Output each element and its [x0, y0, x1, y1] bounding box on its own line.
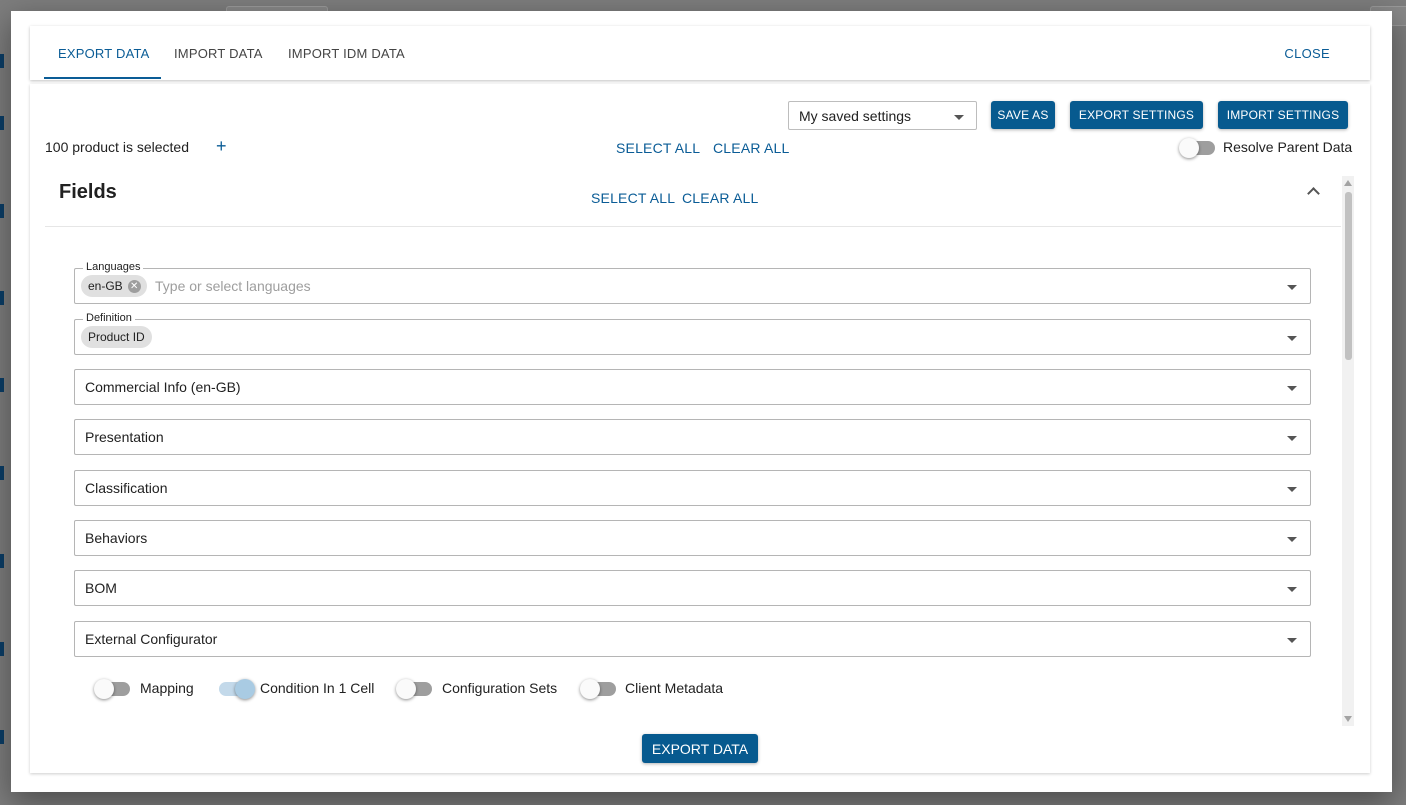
- scroll-up-icon[interactable]: [1344, 180, 1352, 186]
- chevron-down-icon[interactable]: [1287, 285, 1297, 290]
- client-metadata-toggle[interactable]: [580, 679, 616, 699]
- add-icon[interactable]: +: [216, 136, 227, 157]
- scrollbar-thumb[interactable]: [1345, 192, 1352, 360]
- scroll-down-icon[interactable]: [1344, 716, 1352, 722]
- toggle-thumb: [1179, 138, 1199, 158]
- select-all-fields-link[interactable]: SELECT ALL: [591, 190, 675, 206]
- chevron-down-icon[interactable]: [1287, 336, 1297, 341]
- section-label: Classification: [85, 480, 168, 496]
- tab-export-data[interactable]: EXPORT DATA: [58, 26, 150, 80]
- client-metadata-label: Client Metadata: [625, 680, 724, 696]
- language-chip: en-GB ✕: [81, 275, 147, 297]
- background-row-marker: [0, 291, 4, 305]
- export-content: My saved settings SAVE AS EXPORT SETTING…: [30, 84, 1370, 773]
- toggle-thumb: [580, 679, 600, 699]
- chevron-down-icon[interactable]: [1287, 587, 1297, 592]
- definition-field[interactable]: Definition Product ID: [74, 312, 1311, 355]
- configuration-sets-toggle[interactable]: [396, 679, 432, 699]
- fields-panel: Fields SELECT ALL CLEAR ALL Languages en…: [45, 169, 1341, 729]
- fields-title: Fields: [59, 181, 117, 203]
- resolve-parent-toggle[interactable]: [1179, 138, 1215, 158]
- saved-settings-select[interactable]: My saved settings: [788, 101, 977, 130]
- close-button[interactable]: CLOSE: [1284, 26, 1330, 80]
- section-label: Behaviors: [85, 530, 148, 546]
- background-row-marker: [0, 54, 4, 68]
- section-label: External Configurator: [85, 631, 218, 647]
- commercial-info-field[interactable]: Commercial Info (en-GB): [74, 369, 1311, 405]
- background-row-marker: [0, 554, 4, 568]
- selected-count: 100 product is selected: [45, 139, 189, 155]
- presentation-field[interactable]: Presentation: [74, 419, 1311, 455]
- fields-header[interactable]: Fields SELECT ALL CLEAR ALL: [45, 169, 1341, 227]
- resolve-parent-label: Resolve Parent Data: [1223, 139, 1353, 155]
- condition-label: Condition In 1 Cell: [260, 680, 375, 696]
- chevron-down-icon[interactable]: [1287, 386, 1297, 391]
- background-row-marker: [0, 730, 4, 744]
- external-configurator-field[interactable]: External Configurator: [74, 621, 1311, 657]
- clear-all-fields-link[interactable]: CLEAR ALL: [682, 190, 759, 206]
- section-label: Commercial Info (en-GB): [85, 379, 241, 395]
- chevron-down-icon[interactable]: [1287, 436, 1297, 441]
- languages-legend: Languages: [83, 261, 144, 273]
- background-row-marker: [0, 378, 4, 392]
- chevron-down-icon: [954, 115, 964, 120]
- toggle-thumb: [396, 679, 416, 699]
- section-label: BOM: [85, 580, 117, 596]
- clear-all-products-link[interactable]: CLEAR ALL: [713, 140, 790, 156]
- tab-import-idm-data[interactable]: IMPORT IDM DATA: [288, 26, 405, 80]
- export-settings-button[interactable]: EXPORT SETTINGS: [1070, 101, 1203, 129]
- export-dialog: EXPORT DATA IMPORT DATA IMPORT IDM DATA …: [11, 11, 1392, 792]
- background-row-marker: [0, 116, 4, 130]
- background-row-marker: [0, 642, 4, 656]
- select-all-products-link[interactable]: SELECT ALL: [616, 140, 700, 156]
- active-tab-indicator: [44, 77, 161, 79]
- tab-bar: EXPORT DATA IMPORT DATA IMPORT IDM DATA …: [30, 26, 1370, 80]
- languages-placeholder[interactable]: Type or select languages: [155, 278, 311, 294]
- chevron-up-icon[interactable]: [1307, 187, 1320, 200]
- mapping-toggle[interactable]: [94, 679, 130, 699]
- background-row-marker: [0, 204, 4, 218]
- classification-field[interactable]: Classification: [74, 470, 1311, 506]
- saved-settings-value: My saved settings: [799, 107, 912, 124]
- export-data-button[interactable]: EXPORT DATA: [642, 734, 758, 763]
- chevron-down-icon[interactable]: [1287, 487, 1297, 492]
- condition-toggle[interactable]: [219, 679, 255, 699]
- import-settings-button[interactable]: IMPORT SETTINGS: [1218, 101, 1348, 129]
- language-chip-label: en-GB: [88, 279, 123, 293]
- definition-chip-label: Product ID: [88, 330, 145, 344]
- background-row-marker: [0, 466, 4, 480]
- toggle-thumb: [235, 679, 255, 699]
- tab-import-data[interactable]: IMPORT DATA: [174, 26, 263, 80]
- fields-scrollbar[interactable]: [1342, 176, 1354, 726]
- mapping-label: Mapping: [140, 680, 194, 696]
- remove-chip-icon[interactable]: ✕: [127, 279, 141, 293]
- chevron-down-icon[interactable]: [1287, 537, 1297, 542]
- chevron-down-icon[interactable]: [1287, 638, 1297, 643]
- section-label: Presentation: [85, 429, 164, 445]
- behaviors-field[interactable]: Behaviors: [74, 520, 1311, 556]
- configuration-sets-label: Configuration Sets: [442, 680, 558, 696]
- languages-field[interactable]: Languages en-GB ✕ Type or select languag…: [74, 261, 1311, 304]
- toggle-thumb: [94, 679, 114, 699]
- definition-chip: Product ID: [81, 326, 152, 348]
- definition-legend: Definition: [83, 312, 135, 324]
- save-as-button[interactable]: SAVE AS: [991, 101, 1055, 129]
- bom-field[interactable]: BOM: [74, 570, 1311, 606]
